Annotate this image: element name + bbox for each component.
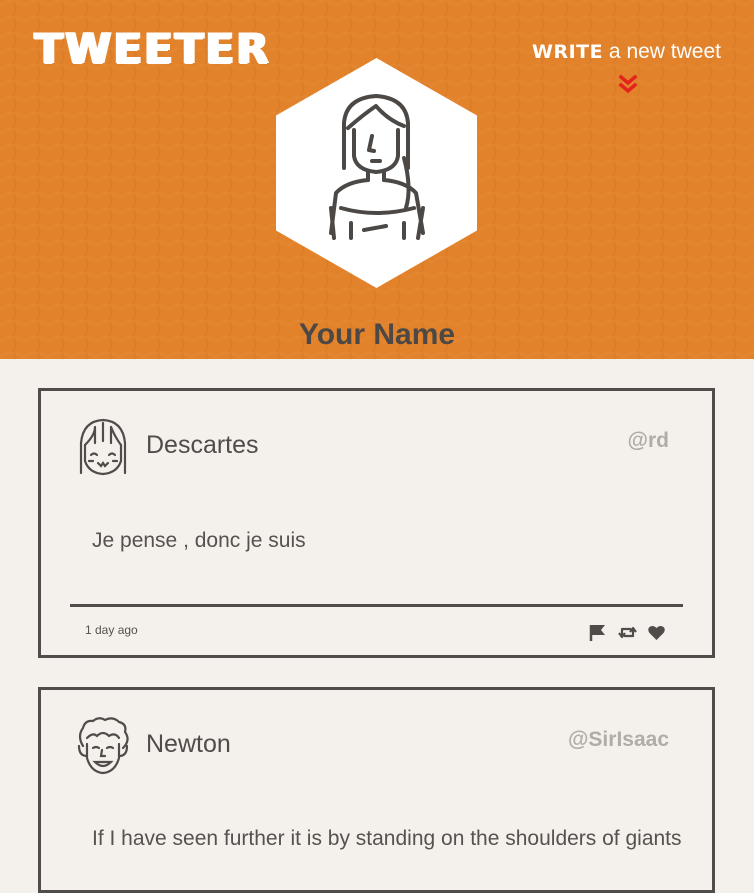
write-tweet-link[interactable]: WRITE a new tweet xyxy=(532,40,721,64)
tweet-author-handle[interactable]: @SirIsaac xyxy=(568,728,669,752)
write-label-rest: a new tweet xyxy=(603,40,721,63)
retweet-icon[interactable] xyxy=(618,623,637,642)
newton-avatar xyxy=(77,717,129,775)
tweet-author-handle[interactable]: @rd xyxy=(628,429,669,453)
tweet-author-name[interactable]: Newton xyxy=(146,730,231,759)
flag-icon[interactable] xyxy=(589,623,608,642)
tweet-divider xyxy=(70,604,683,607)
write-label-strong: WRITE xyxy=(531,41,604,63)
profile-avatar xyxy=(276,58,477,288)
tweet-card: Descartes @rd Je pense , donc je suis 1 … xyxy=(38,388,715,658)
tweet-author-name[interactable]: Descartes xyxy=(146,431,259,460)
descartes-avatar xyxy=(79,418,127,476)
tweet-text: Je pense , donc je suis xyxy=(92,529,306,552)
profile-header: TWEETER WRITE a new tweet Your Name xyxy=(0,0,754,359)
tweet-text: If I have seen further it is by standing… xyxy=(92,827,682,850)
tweet-timestamp: 1 day ago xyxy=(85,623,138,637)
tweet-actions xyxy=(589,623,666,642)
chevron-double-down-icon[interactable] xyxy=(617,74,639,96)
heart-icon[interactable] xyxy=(647,623,666,642)
tweet-card: Newton @SirIsaac If I have seen further … xyxy=(38,687,715,893)
app-logo[interactable]: TWEETER xyxy=(34,28,270,70)
profile-name: Your Name xyxy=(298,318,456,351)
